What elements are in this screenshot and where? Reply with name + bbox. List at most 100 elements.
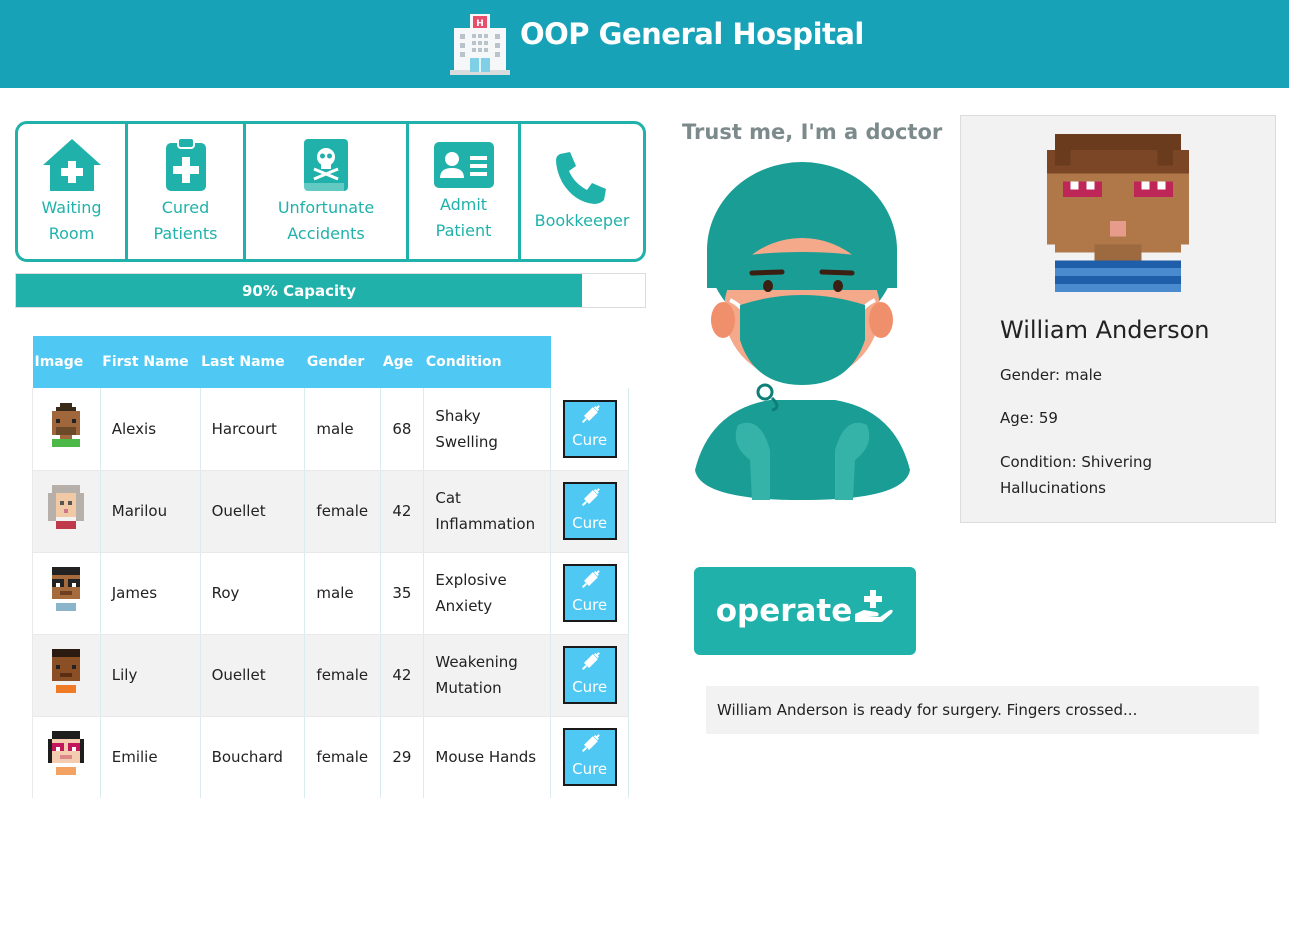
cure-button[interactable]: Cure — [562, 646, 617, 704]
condition-line: Hallucinations — [1000, 479, 1106, 497]
condition-line: Cat — [435, 489, 461, 507]
column-header-gender: Gender — [304, 336, 381, 388]
nav-label: Patient — [435, 220, 492, 240]
operate-button[interactable]: operate — [694, 567, 916, 655]
condition-line: Anxiety — [435, 597, 493, 615]
nav-unfortunate-accidents[interactable]: Unfortunate Accidents — [246, 124, 409, 259]
phone-icon — [556, 151, 606, 204]
action-cell: Cure — [550, 552, 629, 635]
syringe-icon — [581, 651, 600, 670]
age-cell: 42 — [380, 634, 425, 717]
table-row: Lily Ouellet female 42 Weakening Mutation… — [32, 634, 629, 717]
first-name-cell: James — [100, 552, 201, 635]
patient-avatar-cell — [32, 388, 101, 471]
condition-cell: Explosive Anxiety — [423, 552, 552, 635]
patient-avatar — [48, 731, 85, 775]
patient-gender: Gender: male — [1000, 366, 1103, 384]
first-name-cell: Alexis — [100, 388, 201, 471]
nav-waiting-room[interactable]: Waiting Room — [18, 124, 128, 259]
gender-cell: male — [304, 552, 382, 635]
table-row: James Roy male 35 Explosive Anxiety Cure — [32, 552, 629, 635]
condition-line: Inflammation — [435, 515, 536, 533]
action-cell: Cure — [550, 716, 629, 799]
condition-cell: Shaky Swelling — [423, 388, 552, 471]
action-cell: Cure — [550, 470, 629, 553]
table-row: Emilie Bouchard female 29 Mouse Hands Cu… — [32, 716, 629, 799]
last-name-cell: Roy — [200, 552, 306, 635]
patient-name: William Anderson — [1000, 316, 1210, 344]
patient-avatar — [52, 402, 81, 447]
id-card-icon — [433, 141, 494, 188]
hospital-icon: H — [450, 14, 510, 75]
cure-label: Cure — [572, 595, 608, 614]
patient-avatar-cell — [32, 552, 101, 635]
nav-bookkeeper[interactable]: Bookkeeper — [521, 124, 643, 259]
first-name-cell: Marilou — [100, 470, 201, 553]
main-nav: Waiting Room Cured Patients Unfortunate … — [15, 121, 646, 262]
first-name-cell: Lily — [100, 634, 201, 717]
patient-avatar — [52, 567, 81, 611]
patient-avatar — [48, 485, 85, 529]
gender-cell: female — [304, 716, 382, 799]
nav-admit-patient[interactable]: Admit Patient — [409, 124, 521, 259]
syringe-icon — [581, 487, 600, 506]
patient-avatar — [52, 649, 81, 693]
condition-cell: Mouse Hands — [423, 716, 552, 799]
age-cell: 35 — [380, 552, 425, 635]
page-background — [0, 798, 660, 929]
capacity-bar: 90% Capacity — [15, 273, 646, 308]
condition-line: Explosive — [435, 571, 507, 589]
column-header-first-name: First Name — [100, 336, 201, 388]
condition-line: Condition: Shivering — [1000, 453, 1153, 471]
house-plus-icon — [42, 138, 101, 191]
patient-age: Age: 59 — [1000, 409, 1058, 427]
nav-label: Patients — [153, 223, 218, 243]
condition-line: Mutation — [435, 679, 502, 697]
patient-avatar-cell — [32, 634, 101, 717]
patient-portrait — [1047, 134, 1189, 292]
column-header-last-name: Last Name — [200, 336, 305, 388]
patients-table: Image First Name Last Name Gender Age Co… — [32, 336, 629, 799]
status-message: William Anderson is ready for surgery. F… — [706, 686, 1259, 734]
hand-plus-icon — [855, 590, 893, 622]
cure-label: Cure — [572, 677, 608, 696]
patient-avatar-cell — [32, 470, 101, 553]
patient-avatar-cell — [32, 716, 101, 799]
column-header-condition: Condition — [423, 336, 551, 388]
cure-label: Cure — [572, 759, 608, 778]
condition-line: Swelling — [435, 432, 498, 451]
last-name-cell: Harcourt — [200, 388, 306, 471]
last-name-cell: Ouellet — [200, 634, 306, 717]
clipboard-plus-icon — [165, 136, 206, 191]
last-name-cell: Ouellet — [200, 470, 306, 553]
gender-cell: male — [304, 388, 382, 471]
cure-button[interactable]: Cure — [562, 728, 617, 786]
condition-cell: Cat Inflammation — [423, 470, 552, 553]
nav-label: Room — [48, 223, 95, 243]
action-cell: Cure — [550, 634, 629, 717]
cure-label: Cure — [572, 431, 608, 450]
capacity-label: 90% Capacity — [241, 281, 357, 300]
nav-label: Cured — [161, 197, 210, 217]
condition-cell: Weakening Mutation — [423, 634, 552, 717]
first-name-cell: Emilie — [100, 716, 201, 799]
patient-detail-card: William Anderson Gender: male Age: 59 Co… — [960, 115, 1276, 523]
doctor-illustration — [695, 162, 910, 500]
nav-label: Accidents — [287, 223, 365, 243]
condition-line: Weakening — [435, 653, 518, 671]
app-title: OOP General Hospital — [520, 17, 864, 51]
patient-condition: Condition: Shivering Hallucinations — [1000, 449, 1250, 501]
nav-cured-patients[interactable]: Cured Patients — [128, 124, 246, 259]
column-header-image: Image — [32, 336, 101, 388]
doctor-tagline: Trust me, I'm a doctor — [682, 120, 943, 144]
cure-button[interactable]: Cure — [562, 399, 617, 458]
operate-label: operate — [715, 593, 853, 629]
cure-button[interactable]: Cure — [562, 482, 617, 540]
syringe-icon — [581, 733, 600, 752]
cure-button[interactable]: Cure — [562, 564, 617, 622]
syringe-icon — [581, 569, 600, 588]
cure-label: Cure — [572, 513, 608, 532]
condition-line: Shaky — [435, 406, 481, 425]
gender-cell: female — [304, 634, 382, 717]
age-cell: 42 — [380, 470, 425, 553]
